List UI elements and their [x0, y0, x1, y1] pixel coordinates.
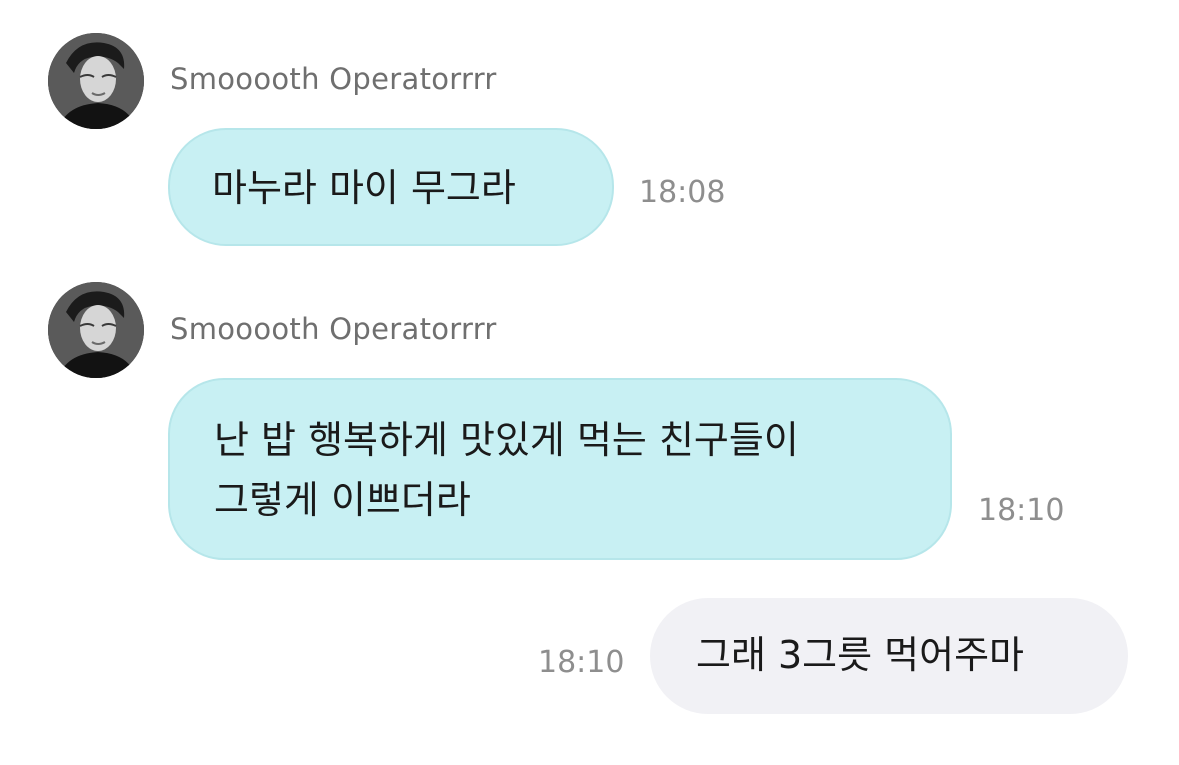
message-text-line: 난 밥 행복하게 맛있게 먹는 친구들이 — [214, 418, 799, 462]
message-timestamp: 18:08 — [639, 175, 726, 210]
message-bubble[interactable]: 그래 3그릇 먹어주마 — [650, 598, 1128, 714]
message-bubble[interactable]: 난 밥 행복하게 맛있게 먹는 친구들이 그렇게 이쁘더라 — [168, 378, 952, 560]
sender-avatar[interactable] — [48, 282, 144, 378]
sender-name: Smooooth Operatorrrr — [170, 312, 497, 346]
sender-avatar[interactable] — [48, 33, 144, 129]
message-timestamp: 18:10 — [978, 493, 1065, 528]
person-portrait-icon — [48, 282, 144, 378]
message-timestamp: 18:10 — [538, 645, 625, 680]
message-text: 마누라 마이 무그라 — [212, 166, 516, 210]
person-portrait-icon — [48, 33, 144, 129]
sender-name: Smooooth Operatorrrr — [170, 62, 497, 96]
message-text: 그래 3그릇 먹어주마 — [696, 633, 1025, 677]
chat-thread: Smooooth Operatorrrr 마누라 마이 무그라 18:08 Sm… — [0, 0, 1179, 765]
message-text-line: 그렇게 이쁘더라 — [214, 478, 471, 522]
message-bubble[interactable]: 마누라 마이 무그라 — [168, 128, 614, 246]
